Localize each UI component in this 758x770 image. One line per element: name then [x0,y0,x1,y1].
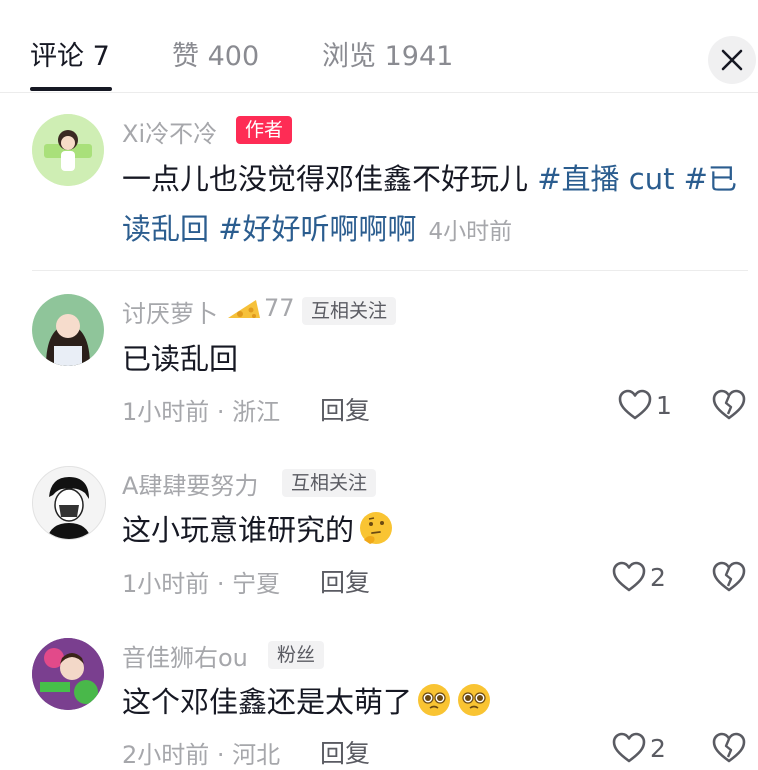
avatar[interactable] [32,466,106,540]
fan-level: 77 [264,294,295,322]
close-button[interactable] [708,36,756,84]
hashtag-link[interactable]: #已 [674,162,737,196]
broken-heart-icon [712,732,746,763]
fan-badge: 粉丝 [268,641,325,669]
comment-text: 这个邓佳鑫还是太萌了 [122,677,492,727]
heart-icon [618,389,652,420]
cheese-icon [226,296,262,328]
mutual-follow-badge: 互相关注 [302,297,397,325]
like-button[interactable]: 2 [612,732,666,764]
comment-text: 这小玩意谁研究的 [122,505,394,555]
thinking-face-emoji [360,512,393,544]
pleading-face-emoji [458,684,491,716]
like-button[interactable]: 2 [612,561,666,593]
hashtag-link[interactable]: #直播 cut [537,162,674,196]
comment-text-plain: 这小玩意谁研究的 [122,513,355,547]
pleading-face-emoji [418,684,451,716]
divider [32,270,748,271]
comment-meta: 1小时前 · 宁夏 [122,570,281,598]
reply-button[interactable]: 回复 [320,563,370,599]
broken-heart-icon [712,389,746,420]
active-tab-indicator [30,87,112,91]
heart-icon [612,732,646,763]
comment-text: 一点儿也没觉得邓佳鑫不好玩儿 #直播 cut #已读乱回 #好好听啊啊啊 4小时前 [122,154,742,257]
reply-button[interactable]: 回复 [320,391,370,427]
avatar[interactable] [32,294,104,366]
hashtag-link[interactable]: 读乱回 [122,212,209,246]
username[interactable]: 讨厌萝卜 [122,294,218,329]
like-count: 2 [650,733,666,763]
dislike-button[interactable] [712,561,746,597]
comment-time: 4小时前 [428,219,513,245]
mutual-follow-badge: 互相关注 [282,469,377,497]
like-count: 1 [656,390,672,420]
tab-comments[interactable]: 评论 7 [30,34,110,73]
avatar[interactable] [32,114,104,186]
comment-meta: 1小时前 · 浙江 [122,398,281,426]
comment-meta: 2小时前 · 河北 [122,741,281,769]
comment-tabs: 评论 7 赞 400 浏览 1941 [0,0,758,93]
hashtag-link[interactable]: #好好听啊啊啊 [209,212,416,246]
tab-views[interactable]: 浏览 1941 [322,34,453,73]
broken-heart-icon [712,561,746,592]
avatar[interactable] [32,638,104,710]
close-icon [721,49,743,71]
like-button[interactable]: 1 [618,389,672,421]
like-count: 2 [650,562,666,592]
author-badge: 作者 [236,116,293,144]
username[interactable]: A肆肆要努力 [122,466,258,501]
username[interactable]: Xi冷不冷 [122,114,217,149]
dislike-button[interactable] [712,389,746,425]
heart-icon [612,561,646,592]
comment-text-plain: 这个邓佳鑫还是太萌了 [122,685,413,719]
dislike-button[interactable] [712,732,746,768]
username[interactable]: 音佳狮右ou [122,638,248,673]
comment-text-plain: 一点儿也没觉得邓佳鑫不好玩儿 [122,162,538,196]
reply-button[interactable]: 回复 [320,734,370,770]
tab-likes[interactable]: 赞 400 [172,34,259,73]
comment-text: 已读乱回 [122,342,239,376]
